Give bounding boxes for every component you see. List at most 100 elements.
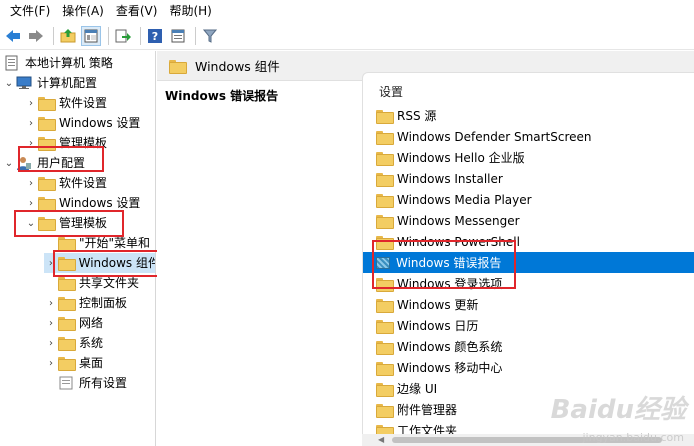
tree-node-control-panel[interactable]: › 控制面板 [44, 293, 127, 313]
tree-node-desktop[interactable]: › 桌面 [44, 353, 103, 373]
back-icon [6, 29, 20, 42]
tree-node-start-menu[interactable]: "开始"菜单和 [44, 233, 150, 253]
chevron-right-icon[interactable]: › [44, 298, 58, 309]
menu-file[interactable]: 文件(F) [4, 0, 56, 22]
list-item[interactable]: Windows 更新 [363, 294, 694, 315]
folder-icon [58, 357, 76, 371]
navigation-tree: 本地计算机 策略 ⌄ 计算机配置 › 软件设置 › Windows 设置 › 管… [0, 51, 156, 446]
column-header-settings[interactable]: 设置 [379, 83, 403, 100]
up-folder-icon [60, 28, 76, 42]
show-hide-tree-button[interactable] [81, 25, 101, 46]
menu-help[interactable]: 帮助(H) [163, 0, 217, 22]
folder-icon [58, 337, 76, 351]
tree-label: 管理模板 [59, 136, 108, 150]
tree-label: Windows 设置 [59, 116, 141, 130]
chevron-right-icon[interactable]: › [24, 98, 38, 109]
list-item[interactable]: Windows Defender SmartScreen [363, 126, 694, 147]
list-item[interactable]: RSS 源 [363, 105, 694, 126]
chevron-right-icon[interactable]: › [44, 318, 58, 329]
list-item-label: Windows 登录选项 [397, 277, 503, 291]
list-item[interactable]: Windows Hello 企业版 [363, 147, 694, 168]
chevron-right-icon[interactable]: › [24, 118, 38, 129]
tree-node-uc-windows[interactable]: › Windows 设置 [24, 193, 140, 213]
tree-node-computer-config[interactable]: ⌄ 计算机配置 [2, 73, 97, 93]
list-item[interactable]: Windows Installer [363, 168, 694, 189]
export-list-button[interactable] [113, 26, 133, 46]
filter-icon [203, 29, 217, 43]
tree-label: "开始"菜单和 [79, 236, 151, 250]
computer-icon [16, 76, 32, 89]
tree-label: 用户配置 [37, 156, 86, 170]
tree-label: 本地计算机 策略 [25, 56, 113, 70]
menu-view[interactable]: 查看(V) [110, 0, 164, 22]
up-one-level-button[interactable] [58, 26, 78, 46]
list-item-label: Windows Messenger [397, 213, 520, 228]
folder-icon [376, 319, 394, 334]
folder-icon [38, 97, 56, 111]
show-hide-tree-icon [84, 29, 98, 42]
tree-node-local-policy[interactable]: 本地计算机 策略 [4, 53, 113, 73]
chevron-down-icon[interactable]: ⌄ [2, 78, 16, 89]
chevron-right-icon[interactable]: › [24, 198, 38, 209]
folder-icon [376, 235, 394, 250]
policy-folder-icon [376, 256, 390, 269]
chevron-right-icon[interactable]: › [24, 138, 38, 149]
folder-icon [376, 172, 394, 187]
chevron-right-icon[interactable]: › [24, 178, 38, 189]
chevron-right-icon[interactable]: › [44, 338, 58, 349]
help-button[interactable]: ? [145, 26, 165, 46]
tree-label: 控制面板 [79, 296, 128, 310]
tree-node-system[interactable]: › 系统 [44, 333, 103, 353]
list-item[interactable]: Windows Media Player [363, 189, 694, 210]
watermark-url: jingyan.baidu.com [582, 431, 684, 444]
properties-button[interactable] [168, 26, 188, 46]
back-button[interactable] [3, 26, 23, 46]
list-item-label: Windows Installer [397, 171, 503, 186]
folder-icon [376, 382, 394, 397]
toolbar-separator [108, 26, 109, 45]
list-item[interactable]: Windows 移动中心 [363, 357, 694, 378]
list-item[interactable]: Windows PowerShell [363, 231, 694, 252]
folder-icon [38, 137, 56, 151]
list-item-selected[interactable]: Windows 错误报告 [363, 252, 694, 273]
menu-action[interactable]: 操作(A) [56, 0, 110, 22]
tree-node-network[interactable]: › 网络 [44, 313, 103, 333]
tree-label: 所有设置 [79, 376, 128, 390]
chevron-down-icon[interactable]: ⌄ [24, 218, 38, 229]
chevron-right-icon[interactable]: › [44, 258, 58, 269]
tree-label: 管理模板 [59, 216, 108, 230]
tree-node-windows-components[interactable]: › Windows 组件 [44, 253, 155, 273]
list-item-label: Windows 移动中心 [397, 361, 503, 375]
tree-node-uc-software[interactable]: › 软件设置 [24, 173, 107, 193]
tree-label: 系统 [79, 336, 104, 350]
tree-node-cc-windows[interactable]: › Windows 设置 [24, 113, 140, 133]
folder-icon [58, 317, 76, 331]
list-item[interactable]: Windows 日历 [363, 315, 694, 336]
list-item-label: 附件管理器 [397, 403, 458, 417]
list-item-label: Windows 日历 [397, 319, 479, 333]
scroll-left-arrow-icon[interactable]: ◀ [378, 435, 384, 444]
tree-node-uc-admin[interactable]: ⌄ 管理模板 [24, 213, 107, 233]
tree-node-user-config[interactable]: ⌄ 用户配置 [2, 153, 85, 173]
tree-node-shared-folders[interactable]: 共享文件夹 [44, 273, 139, 293]
forward-button[interactable] [26, 26, 46, 46]
list-item[interactable]: Windows 颜色系统 [363, 336, 694, 357]
tree-node-all-settings[interactable]: 所有设置 [44, 373, 127, 393]
folder-icon [376, 298, 394, 313]
folder-icon [38, 177, 56, 191]
tree-node-cc-software[interactable]: › 软件设置 [24, 93, 107, 113]
forward-icon [29, 29, 43, 42]
folder-icon [376, 361, 394, 376]
watermark-logo: Baidu经验 [550, 395, 686, 425]
list-item[interactable]: Windows 登录选项 [363, 273, 694, 294]
list-item-label: Windows Media Player [397, 192, 532, 207]
toolbar: ? [0, 22, 694, 50]
tree-node-cc-admin[interactable]: › 管理模板 [24, 133, 107, 153]
filter-button[interactable] [200, 26, 220, 46]
list-item[interactable]: Windows Messenger [363, 210, 694, 231]
tree-label: 桌面 [79, 356, 104, 370]
chevron-down-icon[interactable]: ⌄ [2, 158, 16, 169]
folder-icon [38, 197, 56, 211]
tree-label: Windows 设置 [59, 196, 141, 210]
chevron-right-icon[interactable]: › [44, 358, 58, 369]
